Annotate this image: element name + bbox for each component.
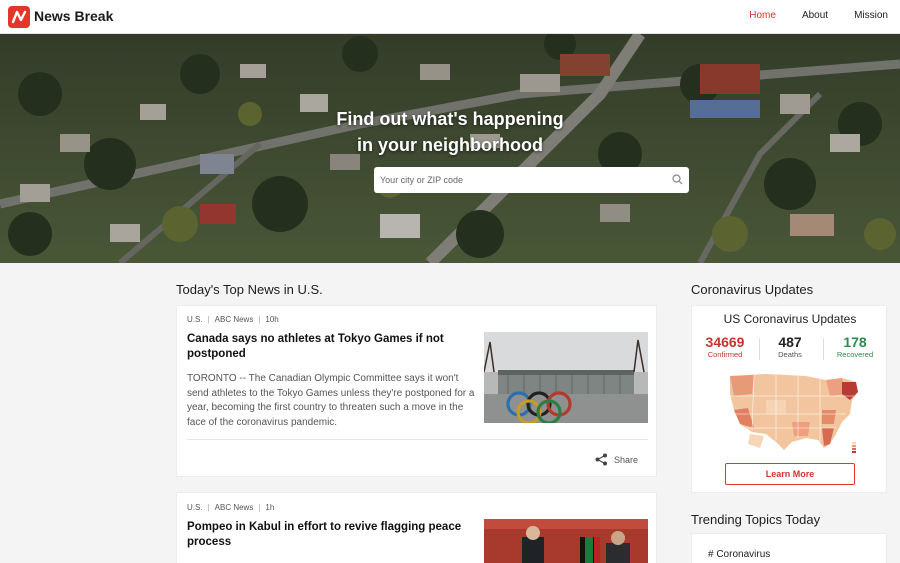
main-nav: Home About Mission (723, 10, 888, 21)
coronavirus-card: US Coronavirus Updates 34669 Confirmed 4… (691, 305, 887, 493)
location-search (374, 167, 689, 193)
nav-home-link[interactable]: Home (749, 10, 776, 21)
article-region: U.S. (187, 503, 203, 512)
article-region: U.S. (187, 315, 203, 324)
stat-divider (823, 338, 824, 360)
article-source[interactable]: ABC News (215, 315, 254, 324)
article-meta: U.S. | ABC News | 10h (187, 315, 279, 324)
share-button[interactable]: Share (595, 453, 638, 466)
article-age: 1h (265, 503, 275, 512)
city-zip-search-input[interactable] (374, 167, 664, 193)
confirmed-label: Confirmed (707, 350, 743, 359)
confirmed-stat: 34669 Confirmed (695, 334, 755, 359)
trending-card: # Coronavirus (691, 533, 887, 563)
deaths-count: 487 (778, 334, 802, 350)
article-headline[interactable]: Pompeo in Kabul in effort to revive flag… (187, 520, 467, 550)
search-icon[interactable] (672, 174, 683, 185)
nav-mission-link[interactable]: Mission (854, 10, 888, 21)
article-meta: U.S. | ABC News | 1h (187, 503, 275, 512)
deaths-label: Deaths (778, 350, 802, 359)
news-card[interactable]: U.S. | ABC News | 10h Canada says no athlete… (176, 305, 657, 477)
article-source[interactable]: ABC News (215, 503, 254, 512)
deaths-stat: 487 Deaths (760, 334, 820, 359)
hero-title-line2: in your neighborhood (357, 135, 543, 155)
learn-more-button[interactable]: Learn More (725, 463, 855, 485)
card-divider (187, 439, 648, 440)
article-headline[interactable]: Canada says no athletes at Tokyo Games i… (187, 332, 467, 362)
article-summary: TORONTO -- The Canadian Olympic Committe… (187, 373, 475, 428)
trending-heading: Trending Topics Today (691, 512, 821, 527)
news-break-logo-icon[interactable] (8, 6, 30, 28)
brand-name[interactable]: News Break (34, 8, 113, 24)
recovered-stat: 178 Recovered (825, 334, 885, 359)
confirmed-count: 34669 (705, 334, 745, 350)
us-coronavirus-map[interactable] (726, 370, 866, 456)
article-age: 10h (265, 315, 279, 324)
hero-banner: Find out what's happening in your neighb… (0, 34, 900, 263)
hero-title: Find out what's happening in your neighb… (0, 106, 900, 158)
recovered-count: 178 (843, 334, 867, 350)
olympic-rings-photo[interactable] (484, 332, 648, 423)
share-label: Share (614, 454, 639, 465)
coronavirus-card-title: US Coronavirus Updates (723, 312, 857, 326)
trending-topic-item[interactable]: # Coronavirus (708, 549, 770, 560)
share-icon (595, 453, 607, 466)
coronavirus-heading: Coronavirus Updates (691, 282, 814, 297)
top-news-heading: Today's Top News in U.S. (176, 282, 323, 297)
top-navigation-bar: News Break Home About Mission (0, 0, 900, 34)
news-card[interactable]: U.S. | ABC News | 1h Pompeo in Kabul in effo… (176, 492, 657, 563)
hero-title-line1: Find out what's happening (336, 109, 564, 129)
recovered-label: Recovered (836, 350, 874, 359)
nav-about-link[interactable]: About (802, 10, 828, 21)
officials-meeting-photo[interactable] (484, 519, 648, 563)
